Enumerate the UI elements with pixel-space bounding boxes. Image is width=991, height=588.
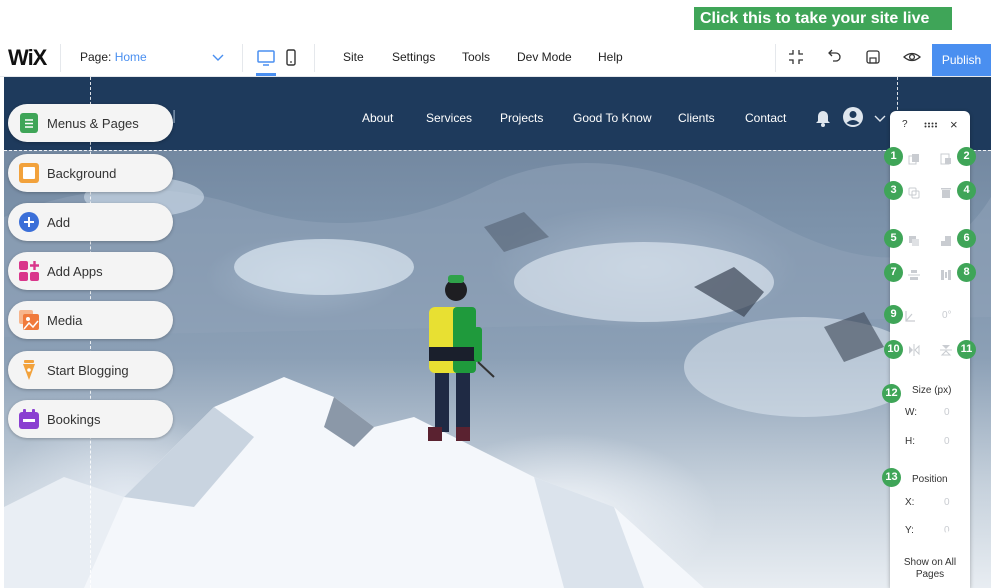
badge-4: 4 (957, 181, 976, 200)
start-blogging-label: Start Blogging (47, 363, 129, 378)
active-device-indicator (256, 73, 276, 76)
add-button[interactable]: Add (8, 203, 173, 241)
divider (314, 44, 315, 72)
menu-settings[interactable]: Settings (392, 50, 435, 64)
badge-9: 9 (884, 305, 903, 324)
x-input[interactable]: 0 (944, 497, 950, 508)
badge-5: 5 (884, 229, 903, 248)
header-guide (4, 150, 991, 151)
drag-handle-icon[interactable] (924, 122, 938, 128)
background-button[interactable]: Background (8, 154, 173, 192)
add-icon (19, 212, 39, 232)
x-label: X: (905, 497, 915, 508)
nav-contact[interactable]: Contact (745, 111, 786, 125)
user-avatar-icon[interactable] (842, 106, 864, 128)
media-icon (19, 310, 39, 330)
start-blogging-button[interactable]: Start Blogging (8, 351, 173, 389)
badge-7: 7 (884, 263, 903, 282)
media-label: Media (47, 313, 83, 328)
height-input[interactable]: 0 (944, 436, 950, 447)
publish-tip-callout: Click this to take your site live (694, 7, 952, 30)
bookings-label: Bookings (47, 412, 101, 427)
desktop-icon[interactable] (256, 47, 276, 69)
badge-1: 1 (884, 147, 903, 166)
menus-pages-icon (20, 113, 38, 133)
help-icon[interactable]: ? (902, 119, 908, 130)
background-label: Background (47, 166, 117, 181)
toolbar-header: ? × (890, 111, 970, 139)
preview-eye-icon[interactable] (902, 47, 922, 67)
chat-bubble-icon[interactable] (938, 531, 964, 557)
add-apps-button[interactable]: Add Apps (8, 252, 173, 290)
position-label: Position (912, 474, 948, 485)
media-button[interactable]: Media (8, 301, 173, 339)
y-label: Y: (905, 525, 914, 536)
divider (60, 44, 61, 72)
bookings-icon (19, 409, 39, 429)
undo-icon[interactable] (824, 47, 844, 67)
delete-icon[interactable] (940, 187, 952, 199)
editor-top-bar: WiX Page: Home Site Settings Tools Dev M… (0, 38, 991, 77)
zoom-out-icon[interactable] (786, 47, 806, 67)
arrange-toolbar: ? × 1 2 3 4 5 6 7 8 9 0° 10 11 12 Size (… (882, 111, 976, 588)
current-page-name: Home (114, 50, 147, 64)
bell-icon[interactable] (814, 107, 832, 127)
menu-help[interactable]: Help (598, 50, 623, 64)
width-input[interactable]: 0 (944, 407, 950, 418)
save-icon[interactable] (863, 47, 883, 67)
distribute-icon[interactable] (940, 269, 952, 281)
show-on-all-pages-toggle[interactable]: Show on All Pages (890, 557, 970, 581)
publish-button[interactable]: Publish (932, 44, 991, 76)
badge-2: 2 (957, 147, 976, 166)
nav-about[interactable]: About (362, 111, 393, 125)
nav-projects[interactable]: Projects (500, 111, 543, 125)
arrange-forward-icon[interactable] (908, 235, 920, 247)
chevron-down-icon[interactable] (212, 54, 224, 62)
badge-13: 13 (882, 468, 901, 487)
add-label: Add (47, 215, 71, 230)
add-apps-label: Add Apps (47, 264, 103, 279)
flip-horizontal-icon[interactable] (908, 344, 920, 356)
height-label: H: (905, 436, 915, 447)
show-on-all-line1: Show on All (903, 557, 957, 568)
show-on-all-line2: Pages (915, 569, 945, 580)
badge-6: 6 (957, 229, 976, 248)
copy-icon[interactable] (908, 153, 920, 165)
close-icon[interactable]: × (950, 117, 958, 132)
chevron-down-icon[interactable] (874, 115, 886, 123)
page-selector[interactable]: Page: Home (80, 50, 147, 64)
blog-pen-icon (23, 360, 35, 380)
bookings-button[interactable]: Bookings (8, 400, 173, 438)
mobile-icon[interactable] (284, 47, 298, 69)
arrange-backward-icon[interactable] (940, 235, 952, 247)
flip-vertical-icon[interactable] (940, 344, 952, 356)
badge-12: 12 (882, 384, 901, 403)
nav-clients[interactable]: Clients (678, 111, 715, 125)
badge-8: 8 (957, 263, 976, 282)
menu-tools[interactable]: Tools (462, 50, 490, 64)
badge-10: 10 (884, 340, 903, 359)
badge-11: 11 (957, 340, 976, 359)
page-label: Page: (80, 50, 112, 64)
menus-pages-button[interactable]: Menus & Pages (8, 104, 173, 142)
size-label: Size (px) (912, 385, 952, 396)
add-apps-icon (19, 261, 39, 281)
divider (242, 44, 243, 72)
width-label: W: (905, 407, 918, 418)
badge-3: 3 (884, 181, 903, 200)
nav-good-to-know[interactable]: Good To Know (573, 111, 652, 125)
background-icon (19, 163, 39, 183)
divider (775, 44, 776, 72)
duplicate-icon[interactable] (908, 187, 920, 199)
rotate-angle-icon[interactable] (904, 310, 916, 322)
paste-icon[interactable] (940, 153, 952, 165)
menus-pages-label: Menus & Pages (47, 116, 139, 131)
rotation-value[interactable]: 0° (942, 310, 952, 321)
wix-logo: WiX (8, 45, 47, 70)
align-icon[interactable] (908, 269, 920, 281)
menu-site[interactable]: Site (343, 50, 364, 64)
nav-services[interactable]: Services (426, 111, 472, 125)
menu-dev-mode[interactable]: Dev Mode (517, 50, 572, 64)
